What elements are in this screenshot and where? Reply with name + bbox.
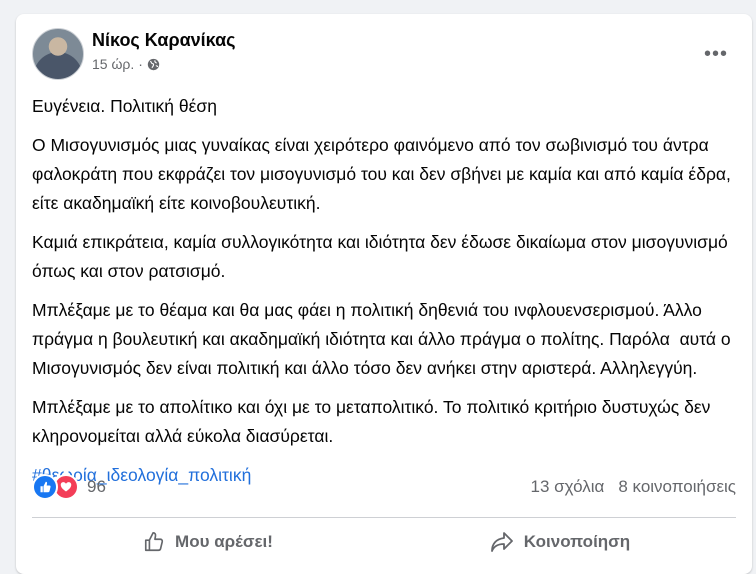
thumbs-up-icon <box>144 532 164 552</box>
shares-count-link[interactable]: 8 κοινοποιήσεις <box>618 477 736 497</box>
post-paragraph: Ευγένεια. Πολιτική θέση <box>32 96 217 116</box>
post-header: Νίκος Καρανίκας 15 ώρ. · ••• <box>32 28 732 80</box>
like-button[interactable]: Μου αρέσει! <box>32 520 384 564</box>
globe-icon[interactable] <box>147 58 160 71</box>
share-button[interactable]: Κοινοποίηση <box>384 520 736 564</box>
post-paragraph: Μπλέξαμε με το απολίτικο και όχι με το μ… <box>32 397 716 446</box>
post-stats: 96 13 σχόλια 8 κοινοποιήσεις <box>32 472 736 502</box>
divider <box>32 517 736 518</box>
comments-count-link[interactable]: 13 σχόλια <box>531 477 605 497</box>
action-bar: Μου αρέσει! Κοινοποίηση <box>32 520 736 564</box>
post-meta: 15 ώρ. · <box>92 56 160 72</box>
like-reaction-icon <box>32 474 58 500</box>
post-paragraph: Ο Μισογυνισμός μιας γυναίκας είναι χειρό… <box>32 135 736 213</box>
post-body: Ευγένεια. Πολιτική θέση Ο Μισογυνισμός μ… <box>32 92 742 500</box>
like-label: Μου αρέσει! <box>175 532 273 551</box>
avatar[interactable] <box>32 28 84 80</box>
post-paragraph: Μπλέξαμε με το θέαμα και θα μας φάει η π… <box>32 300 736 378</box>
post-card: Νίκος Καρανίκας 15 ώρ. · ••• Ευγένεια. Π… <box>16 14 752 574</box>
reactions-count: 96 <box>87 477 106 496</box>
more-options-icon[interactable]: ••• <box>698 36 734 72</box>
engagement-counts: 13 σχόλια 8 κοινοποιήσεις <box>531 477 736 497</box>
meta-separator: · <box>138 56 143 72</box>
post-time[interactable]: 15 ώρ. <box>92 56 134 72</box>
reactions-summary[interactable]: 96 <box>32 474 106 500</box>
author-name[interactable]: Νίκος Καρανίκας <box>92 30 236 51</box>
share-arrow-icon <box>490 532 513 552</box>
post-paragraph: Καμιά επικράτεια, καμία συλλογικότητα κα… <box>32 232 733 281</box>
share-label: Κοινοποίηση <box>523 532 631 551</box>
